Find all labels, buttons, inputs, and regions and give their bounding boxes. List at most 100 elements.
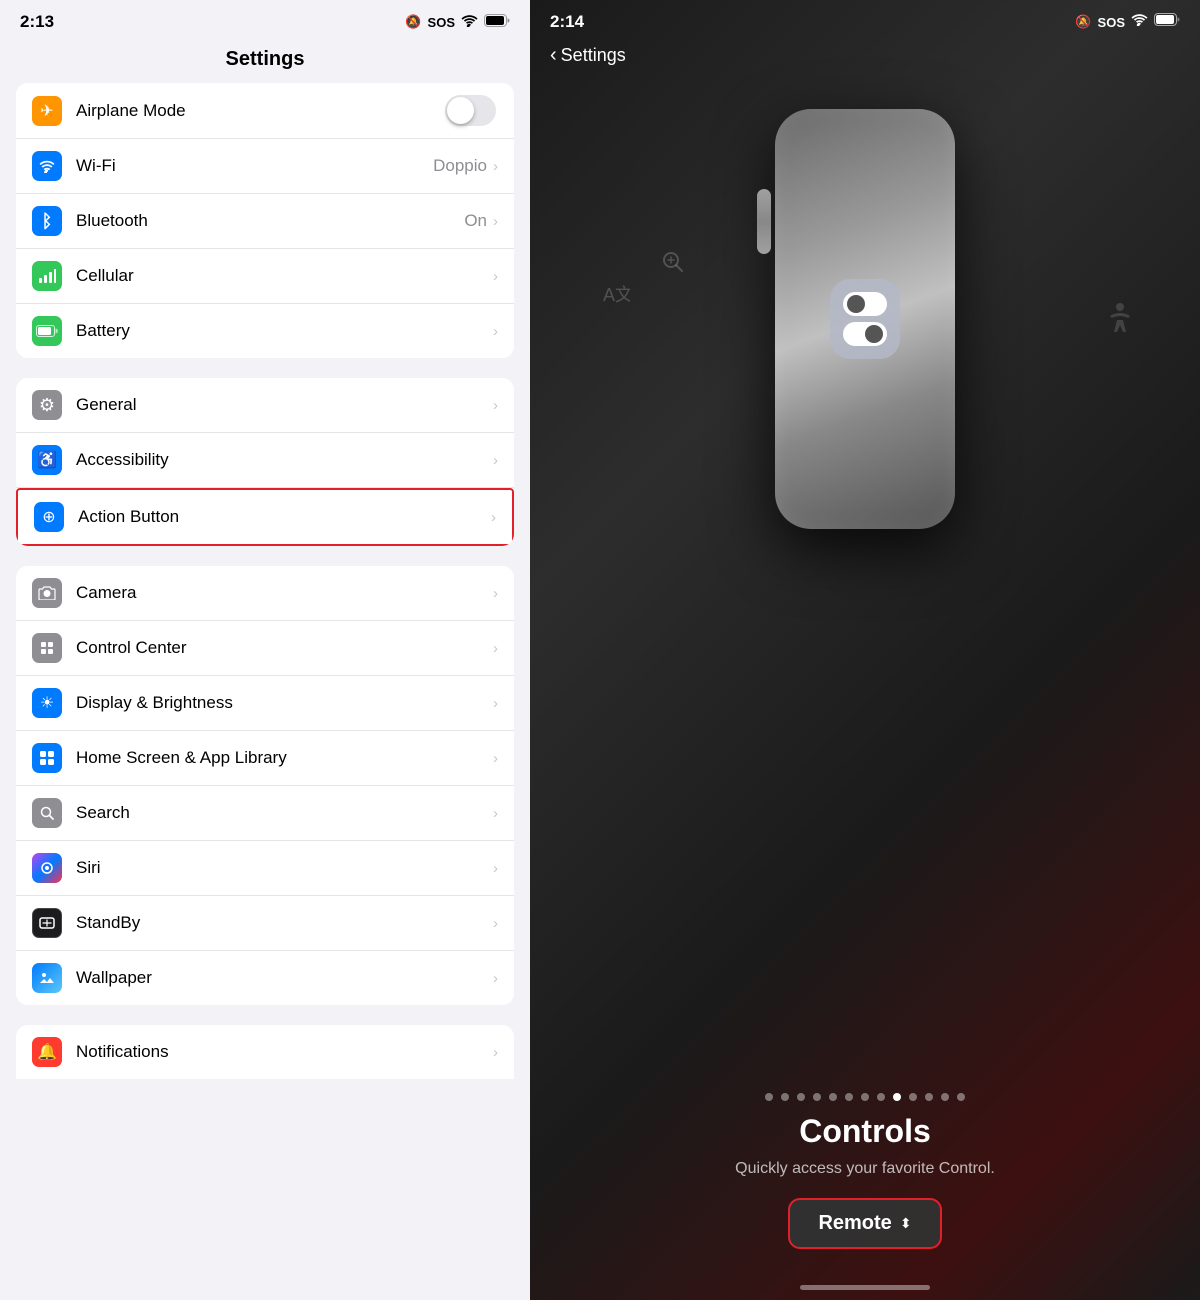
svg-text:A文: A文	[603, 285, 630, 305]
bluetooth-value: On	[464, 211, 487, 231]
airplane-toggle[interactable]	[445, 95, 496, 126]
row-wallpaper[interactable]: Wallpaper ›	[16, 951, 514, 1005]
settings-group-network: ✈ Airplane Mode Wi-Fi Doppio › ᛒ Bluetoo…	[16, 83, 514, 358]
row-camera[interactable]: Camera ›	[16, 566, 514, 621]
display-brightness-label: Display & Brightness	[76, 693, 493, 713]
general-chevron: ›	[493, 397, 498, 414]
mini-toggle-1	[843, 292, 887, 316]
general-icon: ⚙	[32, 390, 62, 420]
time-left: 2:13	[20, 12, 54, 32]
siri-chevron: ›	[493, 860, 498, 877]
accessibility-icon: ♿	[32, 445, 62, 475]
dot-1	[765, 1093, 773, 1101]
dot-10	[909, 1093, 917, 1101]
settings-group-apps: Camera › Control Center › ☀ Display & Br	[16, 566, 514, 1005]
controls-title: Controls	[570, 1113, 1160, 1150]
dot-12	[941, 1093, 949, 1101]
bluetooth-icon: ᛒ	[32, 206, 62, 236]
row-airplane-mode[interactable]: ✈ Airplane Mode	[16, 83, 514, 139]
mini-toggle-knob-2	[865, 325, 883, 343]
back-button[interactable]: ‹ Settings	[550, 44, 626, 67]
settings-content[interactable]: ✈ Airplane Mode Wi-Fi Doppio › ᛒ Bluetoo…	[0, 83, 530, 1300]
action-button-icon: ⊕	[34, 502, 64, 532]
row-home-screen[interactable]: Home Screen & App Library ›	[16, 731, 514, 786]
back-chevron-icon: ‹	[550, 44, 557, 67]
bell-icon-left: 🔕	[405, 14, 421, 30]
cellular-chevron: ›	[493, 268, 498, 285]
row-standby[interactable]: StandBy ›	[16, 896, 514, 951]
back-label: Settings	[561, 45, 626, 66]
toggle-icons-container	[830, 279, 900, 359]
control-center-icon	[32, 633, 62, 663]
accessibility-chevron: ›	[493, 452, 498, 469]
row-wifi[interactable]: Wi-Fi Doppio ›	[16, 139, 514, 194]
remote-button-label: Remote	[818, 1212, 891, 1235]
control-center-label: Control Center	[76, 638, 493, 658]
bluetooth-chevron: ›	[493, 213, 498, 230]
battery-row-icon	[32, 316, 62, 346]
cellular-label: Cellular	[76, 266, 493, 286]
siri-icon	[32, 853, 62, 883]
status-bar-right: 2:14 🔕 SOS	[530, 0, 1200, 40]
cellular-icon	[32, 261, 62, 291]
home-indicator	[530, 1269, 1200, 1300]
wifi-value: Doppio	[433, 156, 487, 176]
row-siri[interactable]: Siri ›	[16, 841, 514, 896]
status-bar-left: 2:13 🔕 SOS	[0, 0, 530, 40]
accessibility-label: Accessibility	[76, 450, 493, 470]
settings-panel: 2:13 🔕 SOS Settings ✈	[0, 0, 530, 1300]
wifi-icon-right	[1131, 13, 1148, 31]
settings-group-system: ⚙ General › ♿ Accessibility › ⊕ Action B…	[16, 378, 514, 546]
siri-label: Siri	[76, 858, 493, 878]
dot-11	[925, 1093, 933, 1101]
right-nav-bar: ‹ Settings	[530, 40, 1200, 79]
settings-title: Settings	[226, 48, 305, 70]
search-label: Search	[76, 803, 493, 823]
battery-icon-right	[1154, 13, 1180, 31]
magnify-icon	[660, 249, 686, 281]
wifi-icon-left	[461, 14, 478, 31]
airplane-toggle-knob	[447, 97, 474, 124]
translate-icon: A文	[600, 279, 630, 316]
row-battery[interactable]: Battery ›	[16, 304, 514, 358]
camera-chevron: ›	[493, 585, 498, 602]
dot-6	[845, 1093, 853, 1101]
time-right: 2:14	[550, 12, 584, 32]
accessibility-side-icon	[1100, 299, 1140, 348]
row-action-button[interactable]: ⊕ Action Button ›	[16, 488, 514, 546]
phone-illustration-area: A文	[530, 79, 1200, 1077]
control-center-chevron: ›	[493, 640, 498, 657]
row-accessibility[interactable]: ♿ Accessibility ›	[16, 433, 514, 488]
row-search[interactable]: Search ›	[16, 786, 514, 841]
bottom-content: Controls Quickly access your favorite Co…	[530, 1113, 1200, 1269]
row-cellular[interactable]: Cellular ›	[16, 249, 514, 304]
dot-7	[861, 1093, 869, 1101]
row-notifications[interactable]: 🔔 Notifications ›	[16, 1025, 514, 1079]
display-brightness-icon: ☀	[32, 688, 62, 718]
display-brightness-chevron: ›	[493, 695, 498, 712]
row-general[interactable]: ⚙ General ›	[16, 378, 514, 433]
dot-13	[957, 1093, 965, 1101]
wifi-label: Wi-Fi	[76, 156, 433, 176]
remote-button[interactable]: Remote ⬍	[788, 1198, 941, 1249]
wallpaper-label: Wallpaper	[76, 968, 493, 988]
action-button-panel: 2:14 🔕 SOS ‹ Settings	[530, 0, 1200, 1300]
notifications-icon: 🔔	[32, 1037, 62, 1067]
camera-label: Camera	[76, 583, 493, 603]
bluetooth-label: Bluetooth	[76, 211, 464, 231]
notifications-chevron: ›	[493, 1044, 498, 1061]
action-button-pill	[757, 189, 771, 254]
row-display-brightness[interactable]: ☀ Display & Brightness ›	[16, 676, 514, 731]
controls-subtitle: Quickly access your favorite Control.	[570, 1160, 1160, 1178]
pagination-dots	[530, 1077, 1200, 1113]
row-bluetooth[interactable]: ᛒ Bluetooth On ›	[16, 194, 514, 249]
airplane-icon: ✈	[32, 96, 62, 126]
status-icons-right: 🔕 SOS	[1075, 13, 1180, 31]
battery-chevron: ›	[493, 323, 498, 340]
notifications-label: Notifications	[76, 1042, 493, 1062]
wifi-row-icon	[32, 151, 62, 181]
row-control-center[interactable]: Control Center ›	[16, 621, 514, 676]
bell-icon-right: 🔕	[1075, 14, 1091, 30]
battery-label: Battery	[76, 321, 493, 341]
phone-body	[775, 109, 955, 529]
